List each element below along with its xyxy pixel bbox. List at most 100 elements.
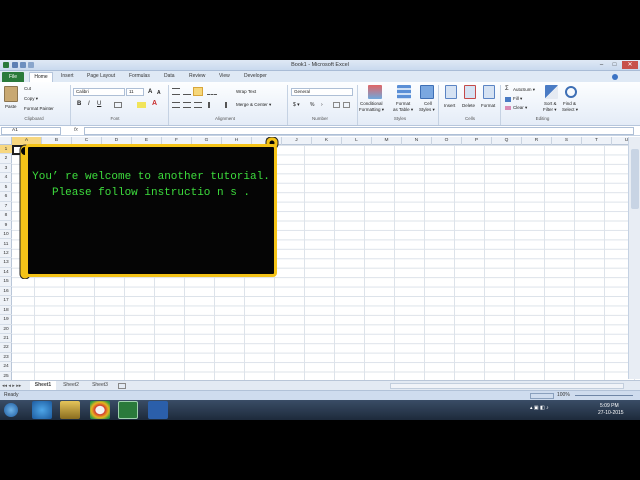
align-bottom-icon[interactable] [193, 87, 203, 96]
format-painter-button[interactable]: Format Painter [24, 106, 54, 111]
increase-indent-icon[interactable] [219, 102, 227, 108]
find-select-label-2[interactable]: Select ▾ [562, 107, 578, 113]
column-header[interactable]: P [462, 137, 492, 145]
cell-styles-button[interactable]: Cell [424, 101, 432, 106]
minimize-button[interactable]: – [596, 61, 607, 69]
cell-styles-label-2[interactable]: Styles ▾ [419, 107, 435, 113]
decrease-indent-icon[interactable] [208, 102, 216, 108]
sheet-nav-arrows-icon[interactable]: ◂◂ ◂ ▸ ▸▸ [2, 383, 21, 389]
row-header[interactable]: 17 [0, 296, 12, 306]
format-as-table-button[interactable]: Format [396, 101, 410, 106]
zoom-level[interactable]: 100% [557, 392, 570, 398]
grow-font-button[interactable]: A [148, 89, 152, 95]
sort-filter-button[interactable]: Sort & [544, 101, 557, 106]
column-header[interactable]: T [582, 137, 612, 145]
new-sheet-icon[interactable] [118, 383, 126, 389]
align-middle-icon[interactable] [183, 88, 191, 95]
scroll-thumb[interactable] [631, 149, 639, 209]
row-header[interactable]: 22 [0, 343, 12, 353]
row-header[interactable]: 7 [0, 202, 12, 212]
row-header[interactable]: 20 [0, 325, 12, 334]
formula-input[interactable] [84, 127, 634, 135]
tab-file[interactable]: File [2, 72, 24, 82]
view-mode-icons[interactable] [530, 393, 554, 399]
conditional-formatting-icon[interactable] [368, 85, 382, 99]
tab-insert[interactable]: Insert [58, 72, 77, 81]
sheet-tab-3[interactable]: Sheet3 [87, 381, 113, 390]
align-center-icon[interactable] [183, 102, 191, 108]
row-header[interactable]: 5 [0, 183, 12, 193]
format-cells-button[interactable]: Format [481, 103, 495, 108]
paste-button[interactable]: Paste [5, 104, 17, 109]
sort-filter-label-2[interactable]: Filter ▾ [543, 107, 557, 113]
row-header[interactable]: 9 [0, 221, 12, 231]
currency-button[interactable]: $ ▾ [293, 102, 300, 108]
comma-button[interactable]: › [321, 102, 323, 108]
tab-data[interactable]: Data [161, 72, 178, 81]
column-header[interactable]: M [372, 137, 402, 145]
row-header[interactable]: 1 [0, 145, 12, 155]
format-as-table-label-2[interactable]: as Table ▾ [393, 107, 413, 113]
column-header[interactable]: K [312, 137, 342, 145]
align-left-icon[interactable] [172, 102, 180, 108]
vertical-scrollbar[interactable] [628, 137, 640, 379]
tray-time[interactable]: 5:09 PM [600, 403, 619, 409]
name-box[interactable]: A1 [1, 127, 61, 135]
font-size-select[interactable]: 11 [126, 88, 144, 96]
italic-button[interactable]: I [88, 101, 90, 107]
bold-button[interactable]: B [77, 101, 81, 107]
cut-button[interactable]: Cut [24, 86, 31, 91]
row-header[interactable]: 23 [0, 353, 12, 363]
insert-function-button[interactable]: fx [74, 127, 78, 133]
row-header[interactable]: 15 [0, 277, 12, 287]
font-color-button[interactable]: A [152, 100, 157, 107]
shrink-font-button[interactable]: A [157, 90, 161, 96]
insert-cells-icon[interactable] [445, 85, 457, 99]
row-header[interactable]: 4 [0, 173, 12, 183]
tab-review[interactable]: Review [186, 72, 208, 81]
excel-taskbar-icon[interactable] [118, 401, 138, 419]
format-cells-icon[interactable] [483, 85, 495, 99]
delete-cells-button[interactable]: Delete [462, 103, 475, 108]
close-button[interactable]: ✕ [622, 61, 638, 69]
row-header[interactable]: 18 [0, 306, 12, 316]
borders-icon[interactable] [114, 102, 122, 108]
tray-icons[interactable]: ▴ ▣ ◧ ♪ [530, 405, 580, 415]
row-header[interactable]: 11 [0, 240, 12, 249]
copy-button[interactable]: Copy ▾ [24, 96, 38, 102]
align-right-icon[interactable] [194, 102, 202, 108]
conditional-formatting-button[interactable]: Conditional [360, 101, 383, 106]
merge-center-button[interactable]: Merge & Center ▾ [236, 102, 271, 108]
row-header[interactable]: 8 [0, 211, 12, 221]
underline-button[interactable]: U [97, 101, 101, 107]
column-header[interactable]: O [432, 137, 462, 145]
tab-formulas[interactable]: Formulas [126, 72, 153, 81]
fill-color-icon[interactable] [137, 102, 146, 108]
decrease-decimal-icon[interactable] [343, 102, 350, 108]
increase-decimal-icon[interactable] [333, 102, 340, 108]
row-header[interactable]: 6 [0, 192, 12, 202]
paste-icon[interactable] [4, 86, 18, 102]
column-header[interactable]: R [522, 137, 552, 145]
select-all-button[interactable] [0, 137, 12, 145]
tab-developer[interactable]: Developer [241, 72, 270, 81]
cell-styles-icon[interactable] [420, 85, 434, 99]
format-as-table-icon[interactable] [397, 85, 411, 99]
autosum-button[interactable]: AutoSum ▾ [513, 87, 535, 93]
internet-explorer-icon[interactable] [32, 401, 52, 419]
row-header[interactable]: 16 [0, 287, 12, 297]
tray-date[interactable]: 27-10-2015 [598, 410, 624, 416]
horizontal-scrollbar[interactable] [390, 383, 624, 389]
row-header[interactable]: 19 [0, 315, 12, 325]
clear-button[interactable]: Clear ▾ [513, 105, 527, 111]
orientation-icon[interactable] [207, 88, 217, 95]
insert-cells-button[interactable]: Insert [444, 103, 455, 108]
file-explorer-icon[interactable] [60, 401, 80, 419]
wrap-text-button[interactable]: Wrap Text [236, 89, 256, 94]
windows-start-icon[interactable] [4, 403, 18, 417]
delete-cells-icon[interactable] [464, 85, 476, 99]
row-header[interactable]: 3 [0, 164, 12, 174]
column-header[interactable]: Q [492, 137, 522, 145]
find-select-icon[interactable] [565, 86, 577, 98]
column-header[interactable]: L [342, 137, 372, 145]
